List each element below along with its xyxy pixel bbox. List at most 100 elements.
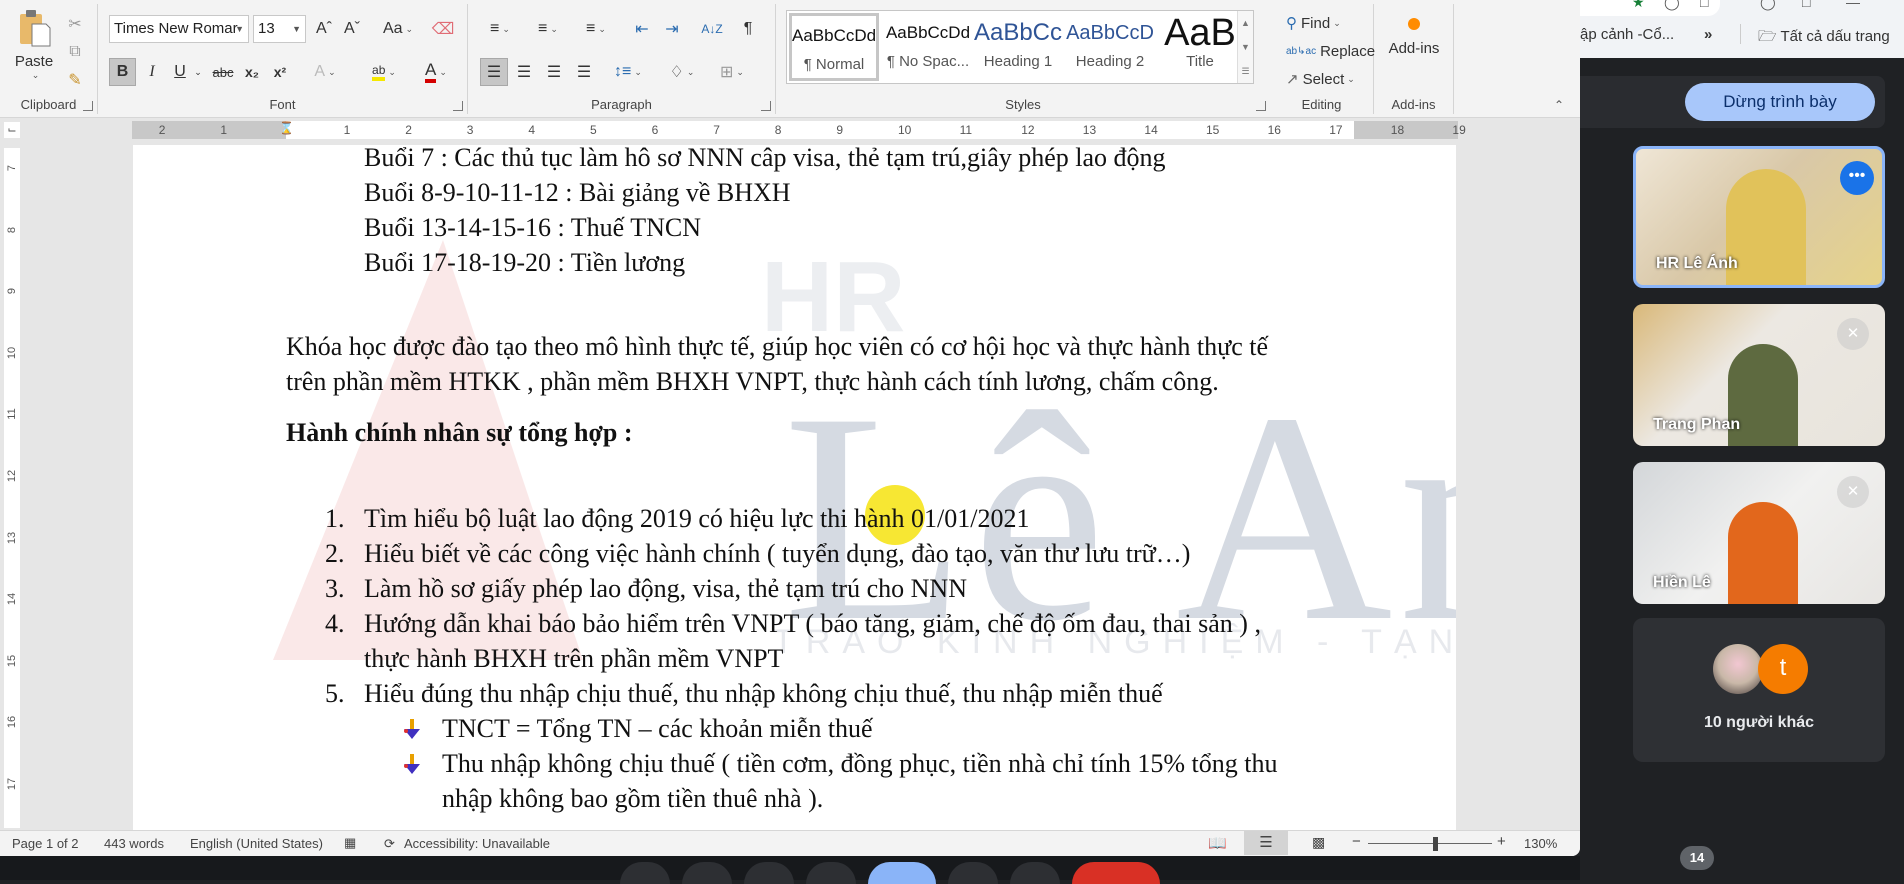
copy-icon[interactable]: ⧉ [63, 38, 87, 66]
chevron-down-icon: ⌄ [634, 66, 642, 77]
shield-icon[interactable]: ◯ [1664, 0, 1680, 11]
zoom-level[interactable]: 130% [1524, 836, 1557, 851]
italic-button[interactable]: I [140, 58, 164, 86]
control-button[interactable] [620, 862, 670, 884]
format-painter-icon[interactable]: ✎ [63, 66, 87, 94]
font-color-button[interactable]: A ⌄ [416, 58, 456, 86]
style-heading-1[interactable]: AaBbCc Heading 1 [973, 13, 1063, 81]
more-options-icon[interactable]: ••• [1840, 161, 1874, 195]
language-indicator[interactable]: English (United States) [190, 836, 323, 851]
read-mode-icon[interactable]: 📖 [1208, 834, 1227, 852]
control-button[interactable] [744, 862, 794, 884]
zoom-in-button[interactable]: + [1497, 833, 1506, 850]
highlight-button[interactable]: ab ⌄ [364, 58, 404, 86]
meet-controls [620, 862, 1160, 884]
zoom-slider-thumb[interactable] [1432, 837, 1438, 851]
subscript-button[interactable]: x₂ [240, 58, 264, 86]
clear-formatting-icon[interactable]: ⌫ [431, 15, 455, 43]
star-icon[interactable]: ★ [1632, 0, 1645, 11]
show-formatting-button[interactable]: ¶ [736, 15, 760, 43]
bookmark-item[interactable]: ập cảnh -Cổ... [1580, 26, 1674, 43]
align-right-icon[interactable]: ☰ [542, 58, 566, 86]
all-bookmarks-button[interactable]: 🗁 Tất cả dấu trang [1758, 26, 1890, 51]
shading-button[interactable]: ♢ ⌄ [662, 58, 702, 86]
cursor-arrow-icon: ↗ [1286, 71, 1299, 88]
paste-button[interactable]: Paste ⌄ [10, 8, 58, 80]
decrease-indent-icon[interactable]: ⇤ [630, 15, 654, 43]
font-launcher-icon[interactable] [453, 101, 463, 111]
font-size-combo[interactable]: 13 ▼ [253, 15, 306, 43]
participant-tile[interactable]: ••• HR Lê Ánh [1633, 146, 1885, 288]
control-button[interactable] [948, 862, 998, 884]
shrink-font-button[interactable]: Aˇ [340, 15, 364, 43]
zoom-slider-track[interactable] [1368, 843, 1492, 844]
clipboard-launcher-icon[interactable] [83, 101, 93, 111]
increase-indent-icon[interactable]: ⇥ [660, 15, 684, 43]
others-tile[interactable]: t 10 người khác [1633, 618, 1885, 762]
more-styles-icon[interactable]: ☰ [1238, 59, 1253, 83]
zoom-out-button[interactable]: − [1352, 833, 1361, 850]
word-count[interactable]: 443 words [104, 836, 164, 851]
underline-button[interactable]: U [168, 58, 192, 86]
indent-marker-icon[interactable]: ⌛ [279, 121, 294, 135]
horizontal-ruler[interactable]: ⌛ 2 1 1 2 3 4 5 6 7 8 9 10 11 12 13 14 15 16 17 18 19 [132, 121, 1466, 139]
document-page[interactable]: HR Lê Anh ® TRAO KINH NGHIỆM - TẠNG TƯƠN… [133, 145, 1456, 831]
collapse-ribbon-icon[interactable]: ⌃ [1554, 98, 1564, 112]
bullets-button[interactable]: ≡ ⌄ [480, 15, 520, 43]
chevron-down-icon: ⌄ [598, 23, 606, 34]
justify-icon[interactable]: ☰ [572, 58, 596, 86]
macro-recording-icon[interactable]: ▦ [344, 835, 356, 851]
page-count[interactable]: Page 1 of 2 [12, 836, 79, 851]
paste-dropdown-icon[interactable]: ⌄ [13, 70, 58, 81]
profile-icon[interactable]: ◯ [1760, 0, 1776, 11]
replace-button[interactable]: ab↳ac Replace [1286, 38, 1375, 64]
print-layout-icon[interactable]: ☰ [1244, 831, 1288, 855]
line-spacing-button[interactable]: ↕≡ ⌄ [608, 58, 648, 86]
leave-call-button[interactable] [1072, 862, 1160, 884]
chevron-down-icon: ⌄ [439, 66, 447, 77]
grow-font-button[interactable]: Aˆ [312, 15, 336, 43]
accessibility-status[interactable]: Accessibility: Unavailable [404, 836, 550, 851]
web-layout-icon[interactable]: ▩ [1312, 834, 1325, 851]
align-left-icon[interactable]: ☰ [480, 58, 508, 86]
participant-tile[interactable]: ✕ Hiền Lê [1633, 462, 1885, 604]
present-button[interactable] [868, 862, 936, 884]
change-case-button[interactable]: Aa ⌄ [378, 15, 418, 43]
scroll-up-icon[interactable]: ▲ [1238, 11, 1253, 35]
cut-icon[interactable]: ✂ [63, 10, 87, 38]
download-icon[interactable]: □ [1802, 0, 1810, 10]
strikethrough-button[interactable]: abc [208, 58, 238, 86]
control-button[interactable] [806, 862, 856, 884]
sort-button[interactable]: A↓Z [700, 15, 724, 43]
style-normal[interactable]: AaBbCcDd ¶ Normal [789, 13, 879, 81]
bookmark-icon[interactable]: □ [1700, 0, 1708, 10]
style-heading-2[interactable]: AaBbCcD Heading 2 [1065, 13, 1155, 81]
font-name-combo[interactable]: Times New Romar ▼ [109, 15, 249, 43]
superscript-button[interactable]: x² [268, 58, 292, 86]
align-center-icon[interactable]: ☰ [512, 58, 536, 86]
underline-dropdown-icon[interactable]: ⌄ [192, 58, 204, 86]
menu-icon[interactable]: — [1846, 0, 1860, 10]
select-button[interactable]: ↗ Select ⌄ [1286, 66, 1355, 92]
styles-scroll[interactable]: ▲ ▼ ☰ [1237, 11, 1253, 83]
text-effects-button[interactable]: A ⌄ [308, 58, 342, 86]
participant-tile[interactable]: ✕ Trang Phan [1633, 304, 1885, 446]
vertical-ruler[interactable]: 7 8 9 10 11 12 13 14 15 16 17 [4, 148, 20, 828]
styles-launcher-icon[interactable] [1256, 101, 1266, 111]
find-button[interactable]: ⚲ Find ⌄ [1286, 10, 1341, 36]
bold-button[interactable]: B [109, 58, 136, 86]
style-name: Heading 2 [1075, 53, 1145, 70]
numbering-button[interactable]: ≡ ⌄ [528, 15, 568, 43]
more-bookmarks-button[interactable]: » [1704, 26, 1712, 43]
control-button[interactable] [1010, 862, 1060, 884]
style-no-spacing[interactable]: AaBbCcDd ¶ No Spac... [883, 13, 973, 81]
stop-presenting-button[interactable]: Dừng trình bày [1685, 83, 1875, 121]
scroll-down-icon[interactable]: ▼ [1238, 35, 1253, 59]
control-button[interactable] [682, 862, 732, 884]
paragraph-launcher-icon[interactable] [761, 101, 771, 111]
multilevel-list-button[interactable]: ≡ ⌄ [576, 15, 616, 43]
borders-button[interactable]: ⊞ ⌄ [712, 58, 752, 86]
style-title[interactable]: AaB Title [1155, 13, 1245, 81]
tab-selector-icon[interactable]: ⌙ [4, 122, 20, 138]
addins-button[interactable]: Add-ins [1380, 18, 1448, 57]
